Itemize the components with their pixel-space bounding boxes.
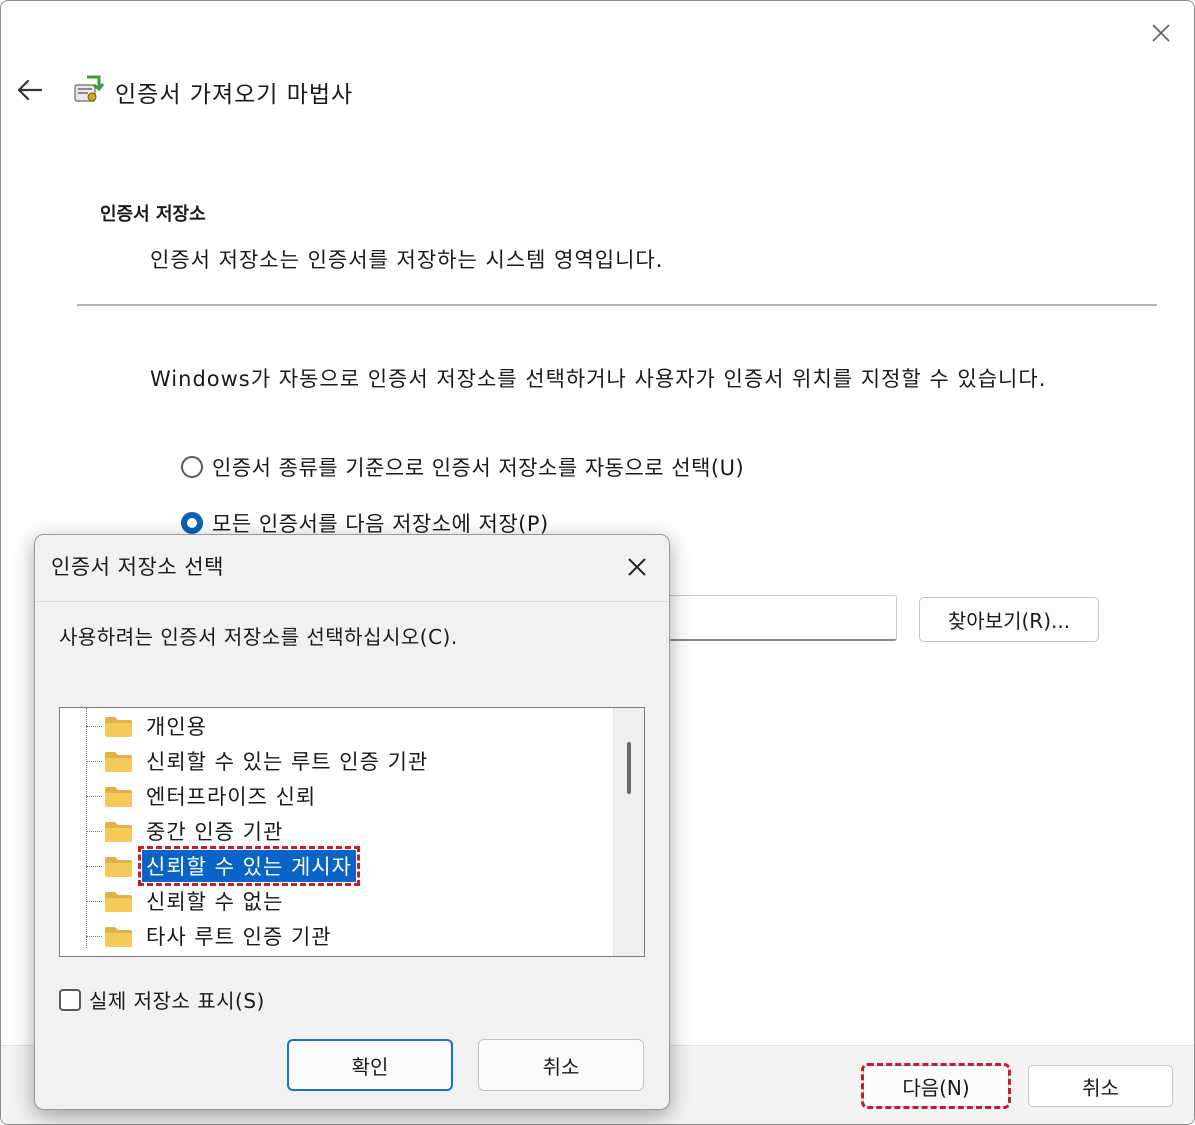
tree-connector-line [86, 830, 102, 832]
tree-item[interactable]: 중간 인증 기관 [86, 815, 287, 847]
tree-connector-line [86, 900, 102, 902]
scrollbar-thumb[interactable] [627, 742, 631, 794]
tree-item[interactable]: 신뢰할 수 없는 [86, 885, 287, 917]
tree-item[interactable]: 타사 루트 인증 기관 [86, 920, 336, 952]
tree-connector-line [86, 935, 102, 937]
radio-auto-select[interactable]: 인증서 종류를 기준으로 인증서 저장소를 자동으로 선택(U) [181, 452, 744, 482]
browse-button[interactable]: 찾아보기(R)... [919, 597, 1099, 642]
dialog-cancel-button[interactable]: 취소 [478, 1039, 644, 1091]
back-arrow-icon[interactable] [15, 75, 45, 105]
tree-item[interactable]: 개인용 [86, 710, 211, 742]
radio-button-checked[interactable] [181, 512, 203, 534]
folder-icon [105, 787, 132, 807]
tree-item-label: 신뢰할 수 없는 [146, 890, 284, 914]
store-tree[interactable]: 개인용 신뢰할 수 있는 루트 인증 기관 엔터프라이즈 신뢰 중간 인증 기관 신뢰할… [59, 707, 645, 957]
folder-icon [105, 717, 132, 737]
folder-icon [105, 857, 132, 877]
select-certificate-store-dialog: 인증서 저장소 선택 사용하려는 인증서 저장소를 선택하십시오(C). 개인용… [34, 534, 670, 1110]
certificate-store-field[interactable] [641, 595, 897, 641]
folder-icon [105, 822, 132, 842]
dialog-title: 인증서 저장소 선택 [51, 555, 224, 579]
tree-item[interactable]: 신뢰할 수 있는 게시자 [86, 846, 360, 886]
close-icon[interactable] [623, 553, 651, 581]
wizard-title: 인증서 가져오기 마법사 [115, 82, 354, 108]
tree-item-label: 개인용 [146, 715, 207, 739]
ok-button[interactable]: 확인 [287, 1039, 453, 1091]
tree-connector-line [86, 725, 102, 727]
show-physical-label: 실제 저장소 표시(S) [89, 989, 265, 1013]
tree-connector-line [86, 795, 102, 797]
dialog-prompt: 사용하려는 인증서 저장소를 선택하십시오(C). [59, 625, 458, 649]
radio-button[interactable] [181, 456, 203, 478]
tree-item[interactable]: 엔터프라이즈 신뢰 [86, 780, 320, 812]
divider [77, 304, 1157, 306]
tree-item-label: 타사 루트 인증 기관 [146, 925, 332, 949]
show-physical-stores[interactable]: 실제 저장소 표시(S) [59, 985, 265, 1014]
section-title: 인증서 저장소 [100, 204, 206, 225]
cancel-button[interactable]: 취소 [1028, 1065, 1173, 1107]
folder-icon [105, 892, 132, 912]
tree-item-label: 중간 인증 기관 [146, 820, 284, 844]
tree-connector-line [86, 865, 102, 867]
tree-connector-line [86, 760, 102, 762]
dialog-title-separator [35, 601, 669, 602]
radio-auto-label: 인증서 종류를 기준으로 인증서 저장소를 자동으로 선택(U) [212, 456, 745, 480]
certificate-wizard-icon [74, 75, 105, 102]
tree-item[interactable]: 신뢰할 수 있는 루트 인증 기관 [86, 745, 432, 777]
folder-icon [105, 752, 132, 772]
section-description: 인증서 저장소는 인증서를 저장하는 시스템 영역입니다. [150, 248, 664, 272]
show-physical-checkbox[interactable] [59, 988, 81, 1011]
folder-icon [105, 927, 132, 947]
close-icon[interactable] [1147, 19, 1175, 47]
tree-scrollbar[interactable] [613, 708, 644, 956]
next-button[interactable]: 다음(N) [861, 1063, 1011, 1109]
tree-item-label: 신뢰할 수 있는 게시자 [138, 846, 360, 886]
tree-item-label: 신뢰할 수 있는 루트 인증 기관 [146, 750, 429, 774]
tree-item-label: 엔터프라이즈 신뢰 [146, 785, 317, 809]
intro-text: Windows가 자동으로 인증서 저장소를 선택하거나 사용자가 인증서 위치… [150, 367, 1047, 391]
